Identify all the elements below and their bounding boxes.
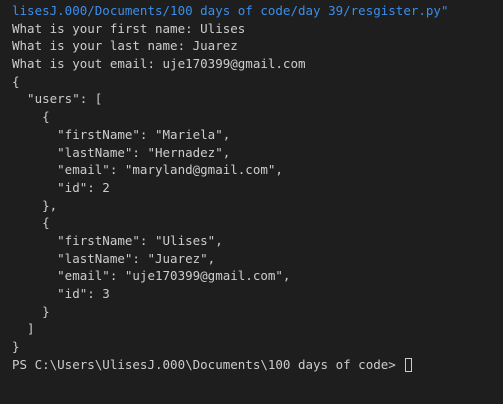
json-output-line: { <box>12 109 50 125</box>
json-output-line: "id": 2 <box>12 179 110 195</box>
email-prompt-line: What is yout email: uje170399@gmail.com <box>12 56 306 72</box>
json-output-line: "users": [ <box>12 91 103 107</box>
terminal-panel[interactable]: lisesJ.000/Documents/100 days of code/da… <box>0 0 503 404</box>
json-output-line: "id": 3 <box>12 286 110 301</box>
json-output-line: ] <box>12 321 35 337</box>
json-output-line: "email": "uje170399@gmail.com", <box>12 268 291 284</box>
json-output-line: } <box>12 339 20 355</box>
json-output-line: "firstName": "Ulises", <box>12 232 223 248</box>
last-name-prompt-line: What is your last name: Juarez <box>12 38 238 54</box>
text-cursor[interactable] <box>405 357 413 372</box>
powershell-prompt: PS C:\Users\UlisesJ.000\Documents\100 da… <box>12 356 404 372</box>
json-output-line: "lastName": "Juarez", <box>12 250 216 266</box>
json-output-line: "lastName": "Hernadez", <box>12 144 231 160</box>
json-output-line: { <box>12 73 20 89</box>
json-output-line: "email": "maryland@gmail.com", <box>12 162 283 178</box>
json-output-line: } <box>12 303 50 319</box>
script-path-line: lisesJ.000/Documents/100 days of code/da… <box>12 3 449 18</box>
json-output-line: "firstName": "Mariela", <box>12 126 231 142</box>
prompt-line[interactable]: PS C:\Users\UlisesJ.000\Documents\100 da… <box>12 356 503 374</box>
first-name-prompt-line: What is your first name: Ulises <box>12 20 246 36</box>
json-output-line: { <box>12 215 50 231</box>
json-output-line: }, <box>12 197 58 213</box>
